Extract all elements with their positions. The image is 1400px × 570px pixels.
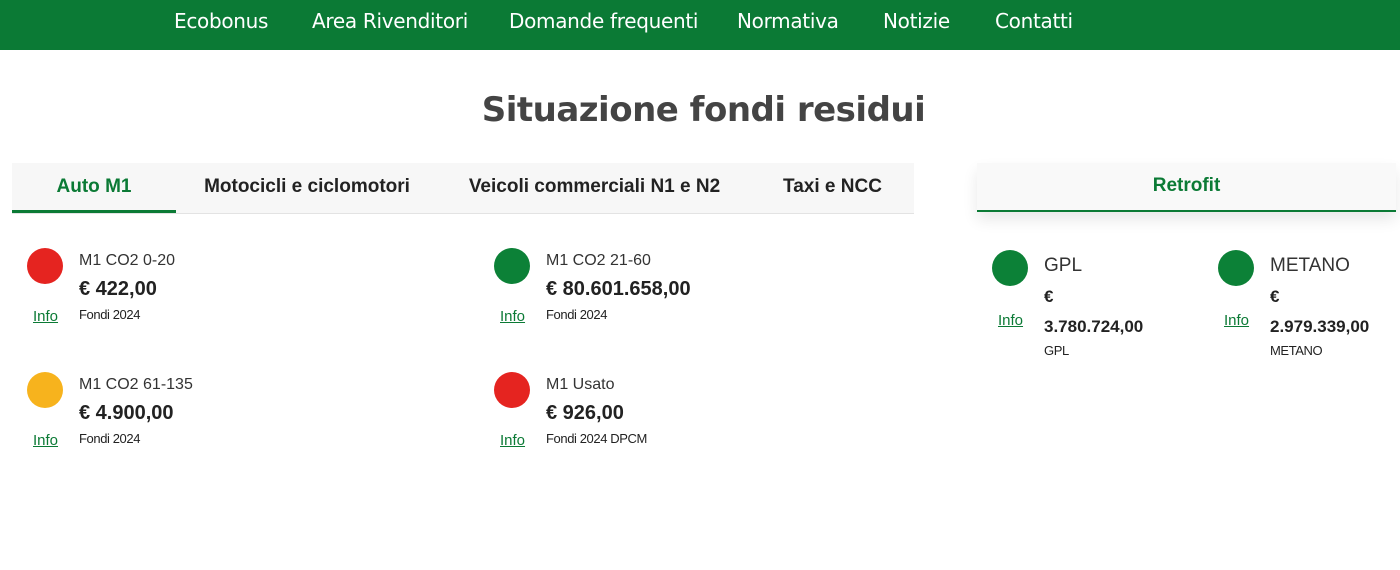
fund-amount: € 422,00 <box>79 278 157 300</box>
status-yellow-circle-icon <box>27 372 63 408</box>
status-green-circle-icon <box>1218 250 1254 286</box>
tab-taxi-ncc[interactable]: Taxi e NCC <box>751 163 914 213</box>
info-link[interactable]: Info <box>33 308 58 325</box>
info-link[interactable]: Info <box>500 432 525 449</box>
top-navigation-bar: Ecobonus Area Rivenditori Domande freque… <box>0 0 1400 50</box>
currency-symbol: € <box>1270 287 1280 306</box>
nav-link-domande-frequenti[interactable]: Domande frequenti <box>509 0 698 42</box>
nav-link-ecobonus[interactable]: Ecobonus <box>174 0 268 42</box>
info-link[interactable]: Info <box>998 312 1023 329</box>
retrofit-amount: 3.780.724,00 <box>1044 317 1144 336</box>
retrofit-tabs: Retrofit <box>977 163 1396 212</box>
fund-source: Fondi 2024 <box>79 431 141 446</box>
fund-amount: € 4.900,00 <box>79 402 174 424</box>
fund-amount: € 80.601.658,00 <box>546 278 691 300</box>
fund-source: Fondi 2024 <box>79 307 141 322</box>
fund-source: Fondi 2024 DPCM <box>546 431 647 446</box>
info-link[interactable]: Info <box>33 432 58 449</box>
fund-name: M1 CO2 0-20 <box>79 252 176 269</box>
nav-link-area-rivenditori[interactable]: Area Rivenditori <box>312 0 468 42</box>
retrofit-amount: 2.979.339,00 <box>1270 317 1370 336</box>
retrofit-name: GPL <box>1044 255 1083 276</box>
tab-veicoli-commerciali[interactable]: Veicoli commerciali N1 e N2 <box>438 163 751 213</box>
fund-amount: € 926,00 <box>546 402 624 424</box>
fund-item-m1-co2-0-20: Info M1 CO2 0-20 € 422,00 Fondi 2024 <box>27 248 427 358</box>
retrofit-item-gpl: Info GPL € 3.780.724,00 GPL <box>992 250 1192 365</box>
fund-name: M1 Usato <box>546 376 615 393</box>
nav-link-contatti[interactable]: Contatti <box>995 0 1073 42</box>
currency-symbol: € <box>1044 287 1054 306</box>
status-green-circle-icon <box>494 248 530 284</box>
retrofit-source: METANO <box>1270 343 1323 358</box>
info-link[interactable]: Info <box>1224 312 1249 329</box>
fund-item-m1-co2-61-135: Info M1 CO2 61-135 € 4.900,00 Fondi 2024 <box>27 372 427 482</box>
fund-name: M1 CO2 61-135 <box>79 376 193 393</box>
nav-link-notizie[interactable]: Notizie <box>883 0 950 42</box>
info-link[interactable]: Info <box>500 308 525 325</box>
tab-retrofit[interactable]: Retrofit <box>977 163 1396 208</box>
fund-source: Fondi 2024 <box>546 307 608 322</box>
fund-name: M1 CO2 21-60 <box>546 252 651 269</box>
status-red-circle-icon <box>494 372 530 408</box>
page-title: Situazione fondi residui <box>481 90 926 130</box>
fund-item-m1-usato: Info M1 Usato € 926,00 Fondi 2024 DPCM <box>494 372 894 482</box>
status-green-circle-icon <box>992 250 1028 286</box>
nav-link-normativa[interactable]: Normativa <box>737 0 839 42</box>
retrofit-source: GPL <box>1044 343 1069 358</box>
status-red-circle-icon <box>27 248 63 284</box>
retrofit-item-metano: Info METANO € 2.979.339,00 METANO <box>1218 250 1400 365</box>
vehicle-category-tabs: Auto M1 Motocicli e ciclomotori Veicoli … <box>12 163 914 214</box>
retrofit-name: METANO <box>1270 255 1350 276</box>
tab-auto-m1[interactable]: Auto M1 <box>12 163 176 213</box>
tab-motocicli-ciclomotori[interactable]: Motocicli e ciclomotori <box>176 163 438 213</box>
fund-item-m1-co2-21-60: Info M1 CO2 21-60 € 80.601.658,00 Fondi … <box>494 248 894 358</box>
